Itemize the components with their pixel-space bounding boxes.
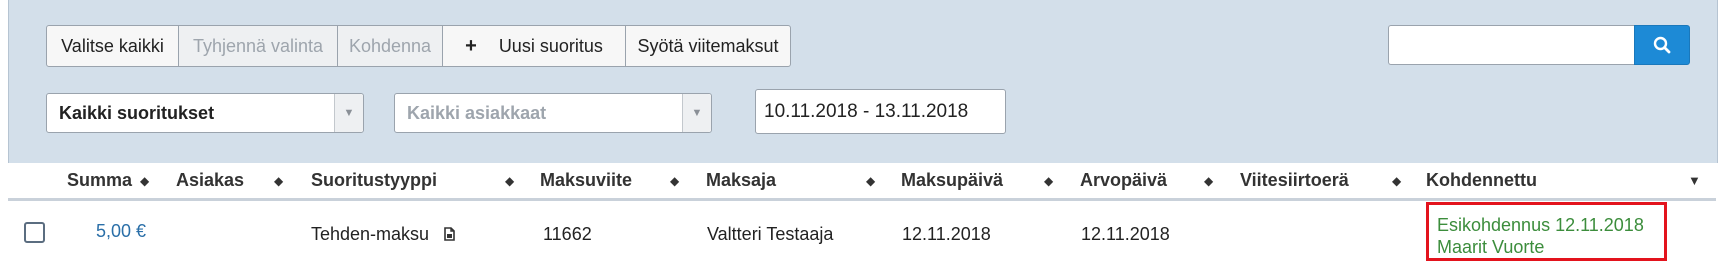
chevron-down-icon: ▼ [334,94,363,132]
clear-selection-button[interactable]: Tyhjennä valinta [178,25,338,67]
column-header-payer[interactable]: Maksaja [706,163,776,198]
row-value-date: 12.11.2018 [1081,224,1170,244]
table-row[interactable]: 5,00 € Tehden-maksu 11662 Valtteri Testa… [8,201,1716,265]
sort-icon[interactable]: ◆ [866,163,875,198]
row-payment-type-label: Tehden-maksu [311,224,430,244]
column-header-payment-type[interactable]: Suoritustyyppi [311,163,437,198]
row-payer: Valtteri Testaaja [707,224,834,244]
customer-select[interactable]: Kaikki asiakkaat ▼ [394,93,712,133]
sort-icon[interactable]: ◆ [670,163,679,198]
sort-icon[interactable]: ◆ [140,163,149,198]
search-button[interactable] [1634,25,1690,65]
table-header: Summa ◆ Asiakas ◆ Suoritustyyppi ◆ Maksu… [8,163,1716,201]
document-icon[interactable] [444,227,455,241]
plus-icon: + [465,34,477,57]
column-header-payment-date[interactable]: Maksupäivä [901,163,1003,198]
column-header-reference[interactable]: Maksuviite [540,163,632,198]
customer-select-value: Kaikki asiakkaat [407,102,547,123]
allocation-line-2: Maarit Vuorte [1437,237,1545,257]
chevron-down-icon: ▼ [682,94,711,132]
sort-icon[interactable]: ◆ [1392,163,1401,198]
column-header-customer[interactable]: Asiakas [176,163,244,198]
row-payment-type: Tehden-maksu [311,224,455,245]
payment-type-select[interactable]: Kaikki suoritukset ▼ [46,93,364,133]
row-payment-date: 12.11.2018 [902,224,991,244]
payment-type-select-value: Kaikki suoritukset [59,102,215,123]
row-amount-link[interactable]: 5,00 € [96,221,146,242]
allocation-line-1: Esikohdennus 12.11.2018 [1437,215,1644,235]
allocate-button[interactable]: Kohdenna [337,25,443,67]
date-range-input[interactable]: 10.11.2018 - 13.11.2018 [755,89,1006,134]
sort-icon[interactable]: ◆ [274,163,283,198]
row-checkbox[interactable] [24,222,45,243]
column-header-reference-batch[interactable]: Viitesiirtoerä [1240,163,1349,198]
column-header-amount[interactable]: Summa [67,163,132,198]
new-payment-label: Uusi suoritus [498,35,603,56]
sort-desc-icon[interactable]: ▼ [1688,163,1701,198]
sort-icon[interactable]: ◆ [1204,163,1213,198]
search-input[interactable] [1388,25,1635,65]
column-header-allocated[interactable]: Kohdennettu [1426,163,1537,198]
action-button-group: Valitse kaikki Tyhjennä valinta Kohdenna… [46,25,791,67]
row-allocation-info[interactable]: Esikohdennus 12.11.2018 Maarit Vuorte [1426,202,1667,261]
row-reference: 11662 [543,224,592,244]
new-payment-button[interactable]: + Uusi suoritus [442,25,626,67]
sort-icon[interactable]: ◆ [505,163,514,198]
select-all-button[interactable]: Valitse kaikki [46,25,179,67]
column-header-value-date[interactable]: Arvopäivä [1080,163,1167,198]
enter-reference-payments-button[interactable]: Syötä viitemaksut [625,25,791,67]
search-icon [1653,36,1671,54]
sort-icon[interactable]: ◆ [1044,163,1053,198]
